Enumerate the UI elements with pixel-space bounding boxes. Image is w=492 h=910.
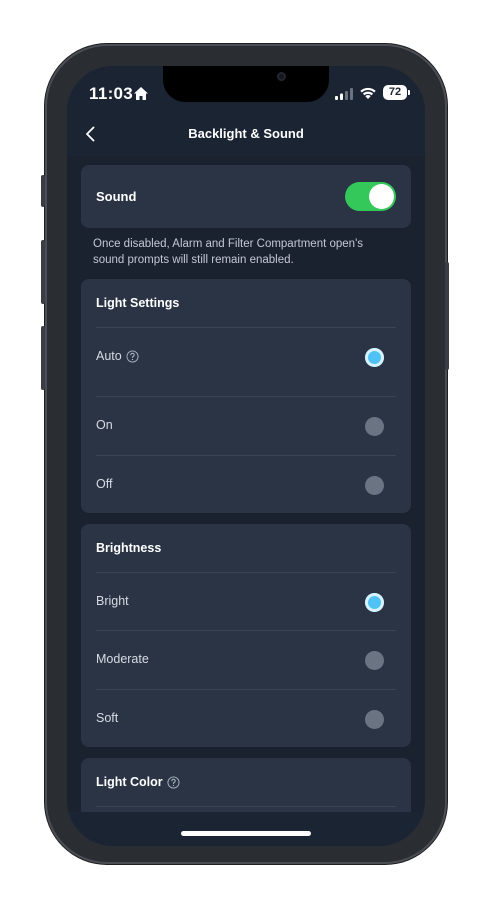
silent-switch — [41, 175, 45, 207]
brightness-option-soft[interactable]: Soft — [96, 689, 396, 748]
light-option-on[interactable]: On — [96, 396, 396, 455]
bottom-safe-area — [67, 812, 425, 846]
light-color-divider — [96, 806, 396, 808]
light-color-title: Light Color — [96, 775, 180, 789]
on-label: On — [96, 418, 113, 432]
status-time: 11:03 — [89, 84, 134, 103]
brightness-card: Brightness Bright Moderate Soft — [81, 524, 411, 747]
sound-note: Once disabled, Alarm and Filter Compartm… — [93, 238, 364, 266]
radio-auto-selected[interactable] — [365, 348, 384, 367]
home-indicator[interactable] — [181, 831, 311, 836]
soft-label: Soft — [96, 711, 119, 725]
light-option-auto[interactable]: Auto — [96, 327, 396, 386]
brightness-option-bright[interactable]: Bright — [96, 572, 396, 631]
light-settings-title-text: Light Settings — [96, 296, 180, 310]
brightness-option-moderate[interactable]: Moderate — [96, 630, 396, 689]
light-color-title-text: Light Color — [96, 775, 163, 789]
light-option-auto-label: Auto — [96, 349, 139, 363]
settings-content: Sound Once disabled, Alarm and Filter Co… — [67, 156, 425, 846]
wifi-icon — [360, 87, 376, 99]
battery-tip — [408, 90, 410, 95]
moderate-label: Moderate — [96, 652, 149, 666]
home-icon — [134, 87, 148, 100]
phone-screen: 11:03 72 Backlight & Sound Sound Once di… — [67, 66, 425, 846]
notch — [163, 66, 329, 102]
help-icon[interactable] — [126, 349, 139, 363]
signal-icon — [335, 88, 353, 100]
sound-label: Sound — [96, 189, 137, 204]
page-title: Backlight & Sound — [188, 126, 304, 141]
bright-label: Bright — [96, 594, 129, 608]
brightness-title: Brightness — [96, 541, 161, 555]
volume-up-button — [41, 240, 45, 304]
light-option-off[interactable]: Off — [96, 455, 396, 514]
radio-on[interactable] — [365, 417, 384, 436]
off-label: Off — [96, 477, 113, 491]
radio-soft[interactable] — [365, 710, 384, 729]
navigation-bar: Backlight & Sound — [67, 112, 425, 156]
battery-indicator: 72 — [383, 85, 407, 100]
radio-moderate[interactable] — [365, 651, 384, 670]
camera-icon — [277, 72, 286, 81]
light-settings-title: Light Settings — [96, 296, 179, 310]
sound-toggle[interactable] — [345, 182, 396, 211]
toggle-knob — [369, 184, 394, 209]
light-settings-card: Light Settings Auto On Off — [81, 279, 411, 513]
power-button — [445, 262, 449, 370]
radio-off[interactable] — [365, 476, 384, 495]
volume-down-button — [41, 326, 45, 390]
auto-label: Auto — [96, 349, 122, 363]
radio-bright-selected[interactable] — [365, 593, 384, 612]
brightness-title-text: Brightness — [96, 541, 162, 555]
sound-card: Sound — [81, 165, 411, 228]
help-icon[interactable] — [167, 775, 180, 789]
